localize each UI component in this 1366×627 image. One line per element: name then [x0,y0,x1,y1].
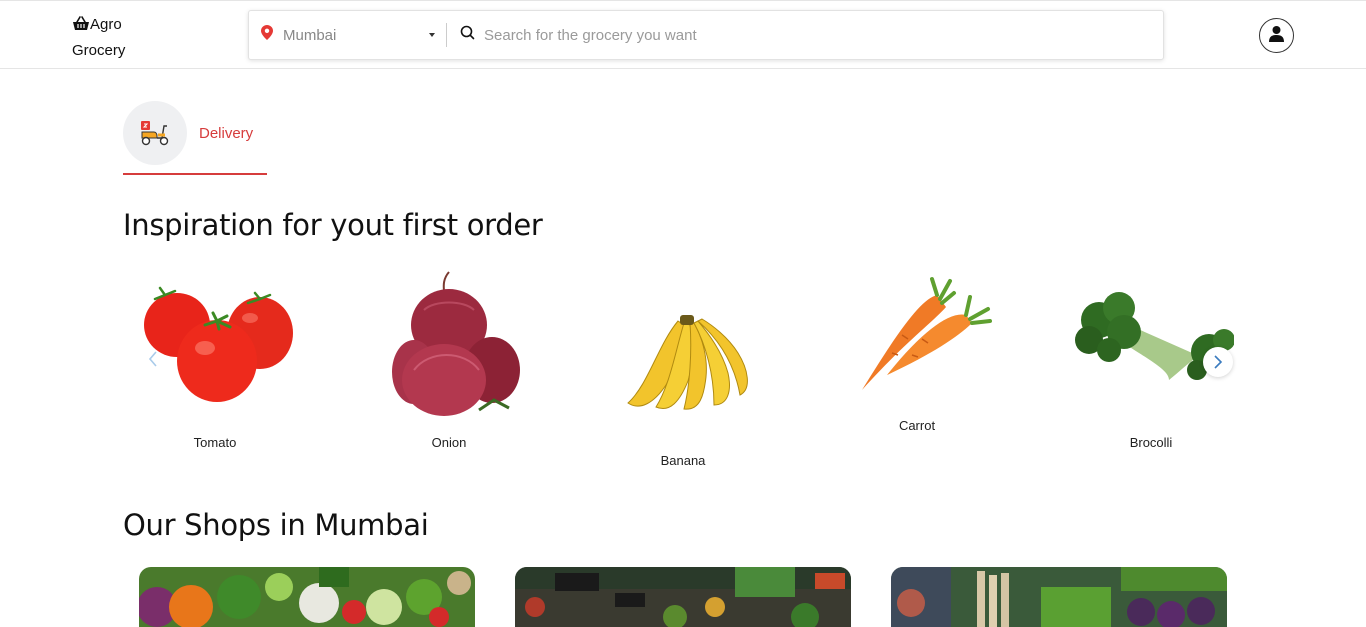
product-item-carrot[interactable] [827,275,1007,395]
shop-card[interactable] [515,567,851,627]
shop-card[interactable] [139,567,475,627]
shop-image [515,567,851,627]
carrot-image [862,277,992,390]
user-icon [1268,25,1285,47]
user-profile-button[interactable] [1259,18,1294,53]
location-selector[interactable]: Mumbai [261,11,441,59]
shop-image [139,567,475,627]
brand-name-line2: Grocery [72,42,126,59]
search-bar: Mumbai [248,10,1164,60]
delivery-scooter-icon [123,101,187,165]
product-label-onion: Onion [431,435,467,450]
broccoli-image [1074,292,1234,380]
top-navbar: Agro Grocery Mumbai [0,0,1366,69]
product-label-carrot: Carrot [898,418,936,433]
location-value: Mumbai [283,26,337,44]
product-item-onion[interactable] [359,270,539,418]
shops-heading: Our Shops in Mumbai [123,508,429,542]
carousel-next-button[interactable] [1203,347,1233,377]
chevron-right-icon [1214,355,1223,369]
divider [446,23,447,47]
search-icon [460,25,475,45]
search-input[interactable] [484,26,1084,44]
onion-image [392,271,520,416]
brand-name-line1: Agro [90,16,122,33]
search-field-wrapper [460,11,1153,59]
brand-logo[interactable]: Agro Grocery [72,13,125,63]
tomato-image [144,286,293,402]
product-item-tomato[interactable] [125,283,305,408]
product-label-tomato: Tomato [193,435,237,450]
tab-delivery-label: Delivery [199,125,254,142]
basket-icon [72,15,90,39]
shop-card[interactable] [891,567,1227,627]
caret-down-icon [429,33,435,37]
location-pin-icon [261,25,273,45]
shop-image [891,567,1227,627]
product-item-banana[interactable] [593,315,773,415]
tab-delivery[interactable]: Delivery [123,100,267,175]
product-label-broccoli: Brocolli [1129,435,1173,450]
banana-image [627,315,748,410]
product-label-banana: Banana [660,453,706,468]
inspiration-heading: Inspiration for yout first order [123,208,543,242]
